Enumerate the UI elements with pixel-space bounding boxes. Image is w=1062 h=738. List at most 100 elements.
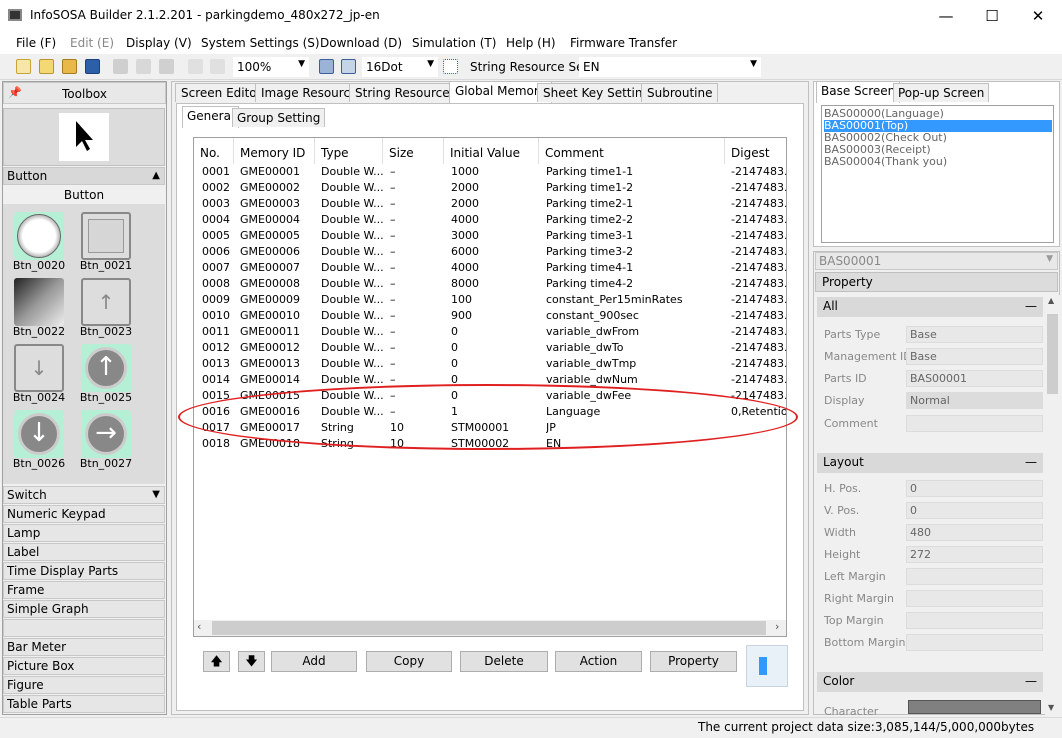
pin-icon[interactable]: 📌: [8, 86, 22, 99]
menu-system-settings[interactable]: System Settings (S): [201, 36, 320, 50]
category-time-display-parts[interactable]: Time Display Parts: [3, 562, 165, 580]
paste-icon[interactable]: [159, 59, 174, 74]
collapse-icon[interactable]: —: [1025, 455, 1037, 469]
scroll-right-icon[interactable]: ›: [775, 620, 779, 633]
open-folder-icon[interactable]: [62, 59, 77, 74]
group-all-header[interactable]: All —: [817, 297, 1043, 317]
undo-icon[interactable]: [188, 59, 203, 74]
category-frame[interactable]: Frame: [3, 581, 165, 599]
col-header-size[interactable]: Size: [383, 138, 444, 164]
table-row[interactable]: 0007 GME00007 Double W... – 4000 Parking time…: [194, 260, 786, 276]
tab-screen-editor[interactable]: Screen Editor: [175, 83, 268, 102]
snap-icon[interactable]: [341, 59, 356, 74]
prop-top-margin[interactable]: [906, 612, 1043, 629]
string-resource-select[interactable]: EN ▼: [579, 57, 761, 77]
scroll-down-icon[interactable]: ▼: [1048, 703, 1054, 712]
table-row[interactable]: 0009 GME00009 Double W... – 100 constant_Per1…: [194, 292, 786, 308]
scroll-left-icon[interactable]: ‹: [197, 620, 201, 633]
prop-comment[interactable]: [906, 415, 1043, 432]
table-row[interactable]: 0011 GME00011 Double W... – 0 variable_dwFrom…: [194, 324, 786, 340]
menu-simulation[interactable]: Simulation (T): [412, 36, 496, 50]
menu-edit[interactable]: Edit (E): [70, 36, 114, 50]
btn-0025[interactable]: ↑ Btn_0025: [77, 342, 135, 404]
delete-button[interactable]: Delete: [460, 651, 548, 672]
screen-item[interactable]: BAS00004(Thank you): [824, 156, 1052, 168]
copy-button[interactable]: Copy: [366, 651, 452, 672]
category-figure[interactable]: Figure: [3, 676, 165, 694]
prop-character-color[interactable]: [908, 700, 1041, 714]
prop-width[interactable]: 480: [906, 524, 1043, 541]
category-numeric-keypad[interactable]: Numeric Keypad: [3, 505, 165, 523]
btn-0020[interactable]: Btn_0020: [10, 210, 68, 272]
group-color-header[interactable]: Color —: [817, 672, 1043, 692]
table-row[interactable]: 0004 GME00004 Double W... – 4000 Parking time…: [194, 212, 786, 228]
grid-icon[interactable]: [319, 59, 334, 74]
col-header-initial-value[interactable]: Initial Value: [444, 138, 539, 164]
prop-h-pos[interactable]: 0: [906, 480, 1043, 497]
tab-subroutine[interactable]: Subroutine: [641, 83, 719, 102]
prop-right-margin[interactable]: [906, 590, 1043, 607]
cut-icon[interactable]: [113, 59, 128, 74]
btn-0024[interactable]: ↓ Btn_0024: [10, 342, 68, 404]
pointer-tool[interactable]: [59, 113, 109, 161]
new-file-icon[interactable]: [16, 59, 31, 74]
menu-firmware-transfer[interactable]: Firmware Transfer: [570, 36, 677, 50]
tab-image-resource[interactable]: Image Resource: [255, 83, 364, 102]
category-picture-box[interactable]: Picture Box: [3, 657, 165, 675]
menu-download[interactable]: Download (D): [320, 36, 402, 50]
col-header-digest[interactable]: Digest: [725, 138, 786, 164]
category-simple-graph[interactable]: Simple Graph: [3, 600, 165, 618]
tab-base-screen[interactable]: Base Screen: [816, 81, 901, 103]
menu-help[interactable]: Help (H): [506, 36, 556, 50]
btn-0027[interactable]: → Btn_0027: [77, 408, 135, 470]
table-row[interactable]: 0006 GME00006 Double W... – 6000 Parking time…: [194, 244, 786, 260]
table-row[interactable]: 0012 GME00012 Double W... – 0 variable_dwTo -2…: [194, 340, 786, 356]
subtab-group-setting[interactable]: Group Setting: [232, 108, 326, 127]
close-button[interactable]: ✕: [1015, 0, 1061, 32]
property-button[interactable]: Property: [650, 651, 737, 672]
maximize-button[interactable]: ☐: [969, 0, 1015, 32]
table-row[interactable]: 0013 GME00013 Double W... – 0 variable_dwTmp -…: [194, 356, 786, 372]
property-scroll-thumb[interactable]: [1047, 314, 1058, 394]
table-row[interactable]: 0001 GME00001 Double W... – 1000 Parking time…: [194, 164, 786, 180]
action-button[interactable]: Action: [555, 651, 642, 672]
prop-v-pos[interactable]: 0: [906, 502, 1043, 519]
menu-display[interactable]: Display (V): [126, 36, 192, 50]
category-hidden[interactable]: [3, 619, 165, 637]
btn-0026[interactable]: ↓ Btn_0026: [10, 408, 68, 470]
grid-size-select[interactable]: 16Dot ▼: [362, 57, 438, 77]
tab-sheet-key-setting[interactable]: Sheet Key Setting: [537, 83, 657, 102]
add-button[interactable]: Add: [271, 651, 357, 672]
table-row[interactable]: 0003 GME00003 Double W... – 2000 Parking time…: [194, 196, 786, 212]
tab-popup-screen[interactable]: Pop-up Screen: [893, 83, 990, 102]
group-layout-header[interactable]: Layout —: [817, 453, 1043, 473]
category-bar-meter[interactable]: Bar Meter: [3, 638, 165, 656]
col-header-no[interactable]: No.: [194, 138, 234, 164]
horizontal-scroll-thumb[interactable]: [212, 621, 766, 635]
new-folder-icon[interactable]: [39, 59, 54, 74]
col-header-type[interactable]: Type: [315, 138, 383, 164]
prop-parts-type[interactable]: Base: [906, 326, 1043, 343]
prop-left-margin[interactable]: [906, 568, 1043, 585]
redo-icon[interactable]: [210, 59, 225, 74]
prop-display[interactable]: Normal: [906, 392, 1043, 409]
subtab-general[interactable]: General: [182, 106, 240, 128]
category-switch[interactable]: Switch ▼: [3, 486, 165, 504]
table-row[interactable]: 0005 GME00005 Double W... – 3000 Parking time…: [194, 228, 786, 244]
property-object-select[interactable]: BAS00001 ▼: [815, 252, 1058, 270]
selection-icon[interactable]: [443, 59, 458, 74]
col-header-memory-id[interactable]: Memory ID: [234, 138, 315, 164]
zoom-slider[interactable]: [746, 645, 788, 687]
tab-string-resources[interactable]: String Resources: [349, 83, 462, 102]
table-row[interactable]: 0010 GME00010 Double W... – 900 constant_900s…: [194, 308, 786, 324]
category-label[interactable]: Label: [3, 543, 165, 561]
minimize-button[interactable]: —: [923, 0, 969, 32]
prop-height[interactable]: 272: [906, 546, 1043, 563]
collapse-icon[interactable]: —: [1025, 674, 1037, 688]
save-icon[interactable]: [85, 59, 100, 74]
table-row[interactable]: 0008 GME00008 Double W... – 8000 Parking time…: [194, 276, 786, 292]
category-button[interactable]: Button ▲: [3, 167, 165, 185]
collapse-icon[interactable]: —: [1025, 299, 1037, 313]
menu-file[interactable]: File (F): [16, 36, 56, 50]
scroll-up-icon[interactable]: ▲: [1048, 296, 1054, 305]
